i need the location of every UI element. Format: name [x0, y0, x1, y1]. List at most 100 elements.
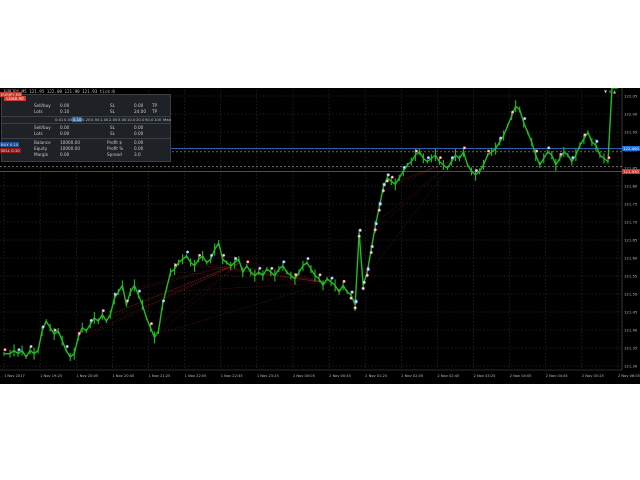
- trade-marker: [41, 325, 45, 329]
- price-line-segment: [141, 304, 148, 319]
- price-line-segment: [45, 320, 51, 329]
- price-line-segment: [495, 141, 501, 149]
- sl-field[interactable]: 24.00: [134, 109, 146, 115]
- price-line-segment: [13, 349, 19, 355]
- price-line-segment: [591, 141, 597, 146]
- time-axis-label: 2 Nov 04:45: [546, 374, 568, 378]
- trade-marker: [402, 165, 406, 169]
- trade-marker: [559, 152, 563, 156]
- price-line-segment: [298, 265, 304, 273]
- price-line-segment: [165, 272, 172, 289]
- price-line-segment: [482, 154, 489, 166]
- price-line-segment: [37, 330, 43, 351]
- line-label[interactable]: EURJPY,M5: [0, 92, 23, 97]
- price-line-segment: [117, 284, 123, 293]
- price-line-segment: [587, 132, 593, 143]
- trade-marker: [547, 146, 551, 150]
- trade-marker: [174, 263, 178, 267]
- time-axis-label: 2 Nov 06:05: [618, 374, 640, 378]
- price-line-segment: [523, 122, 529, 133]
- trade-marker: [499, 136, 503, 140]
- price-axis-label: 121.65: [624, 238, 638, 243]
- trade-line: [126, 263, 239, 309]
- margin-value: 0.00: [60, 152, 70, 157]
- price-line-segment: [250, 271, 256, 277]
- value-field[interactable]: 0.00: [60, 131, 69, 137]
- spread-value: 3.0: [134, 152, 141, 157]
- trade-marker: [353, 306, 357, 310]
- trade-marker: [462, 146, 467, 150]
- price-line-segment: [145, 317, 152, 328]
- price-axis-label: 121.70: [624, 220, 638, 225]
- window-controls[interactable]: ▼ × ▲: [604, 89, 616, 94]
- label: SL: [110, 131, 115, 136]
- trade-marker: [390, 175, 394, 179]
- price-line-segment: [194, 258, 200, 267]
- trade-line: [359, 158, 456, 237]
- price-axis-label: 121.80: [624, 184, 638, 189]
- trade-marker: [523, 117, 527, 121]
- trade-marker: [373, 228, 377, 232]
- price-line-segment: [170, 268, 175, 273]
- time-axis-label: 1 Nov 21:25: [148, 374, 170, 378]
- lot-tab[interactable]: Max: [162, 117, 172, 122]
- price-line-segment: [506, 115, 513, 127]
- trade-marker: [382, 183, 386, 187]
- trade-marker: [125, 299, 129, 303]
- price-line-segment: [133, 285, 140, 296]
- label: Lots: [34, 109, 43, 114]
- price-axis-label: 121.60: [624, 256, 638, 261]
- price-line-segment: [334, 284, 340, 293]
- price-axis-label: 122.05: [624, 94, 638, 99]
- trade-marker: [358, 228, 362, 232]
- trade-marker: [369, 250, 373, 255]
- price-line-segment: [358, 233, 364, 286]
- price-line-segment: [422, 157, 428, 163]
- price-line-segment: [547, 151, 553, 156]
- label: Margin: [34, 152, 49, 157]
- price-line-segment: [466, 164, 473, 172]
- chart-window[interactable]: 122.05122.00121.95121.90121.85121.80121.…: [0, 88, 640, 384]
- price-line-segment: [157, 304, 164, 332]
- trade-marker: [365, 273, 369, 277]
- time-axis-label: 2 Nov 02:05: [401, 374, 423, 378]
- price-axis-label: 121.35: [624, 346, 638, 351]
- price-axis-label: 121.50: [624, 292, 638, 297]
- trade-marker: [374, 222, 378, 226]
- lot-tab[interactable]: 100: [153, 117, 162, 122]
- trade-marker: [186, 250, 190, 254]
- time-axis-label: 2 Nov 02:45: [437, 374, 459, 378]
- trade-marker: [29, 344, 33, 349]
- line-label[interactable]: BUY 0.10: [0, 142, 20, 147]
- value-field[interactable]: 0.00: [134, 131, 143, 137]
- price-line-segment: [539, 158, 545, 166]
- lots-field[interactable]: 0.10: [60, 109, 69, 115]
- line-label[interactable]: SELL 0.10: [0, 148, 21, 153]
- price-line-segment: [406, 161, 412, 166]
- panel-row-margin: Margin 0.00 Spread 3.0: [2, 152, 170, 158]
- trade-marker: [137, 289, 141, 293]
- price-line-segment: [21, 350, 27, 358]
- price-line-segment: [535, 154, 541, 166]
- price-line-segment: [314, 275, 320, 280]
- trade-marker: [361, 286, 365, 290]
- label: TP: [152, 109, 158, 114]
- trade-marker: [571, 156, 575, 160]
- time-axis-label: 1 Nov 20:05: [76, 374, 98, 378]
- trade-marker: [378, 202, 382, 206]
- price-line-segment: [29, 349, 35, 355]
- price-line-segment: [190, 262, 196, 267]
- price-line-segment: [551, 154, 557, 166]
- price-line-segment: [178, 258, 184, 264]
- price-line-segment: [455, 154, 460, 159]
- time-axis-label: 1 Nov 19:25: [40, 374, 62, 378]
- trade-marker: [294, 273, 298, 277]
- price-line-segment: [410, 154, 416, 162]
- trade-marker: [366, 267, 370, 271]
- price-line-segment: [519, 109, 525, 123]
- trade-marker: [450, 156, 455, 160]
- price-line-segment: [33, 349, 39, 355]
- price-line-segment: [306, 262, 312, 270]
- price-line-segment: [25, 350, 31, 358]
- trade-marker: [583, 133, 587, 137]
